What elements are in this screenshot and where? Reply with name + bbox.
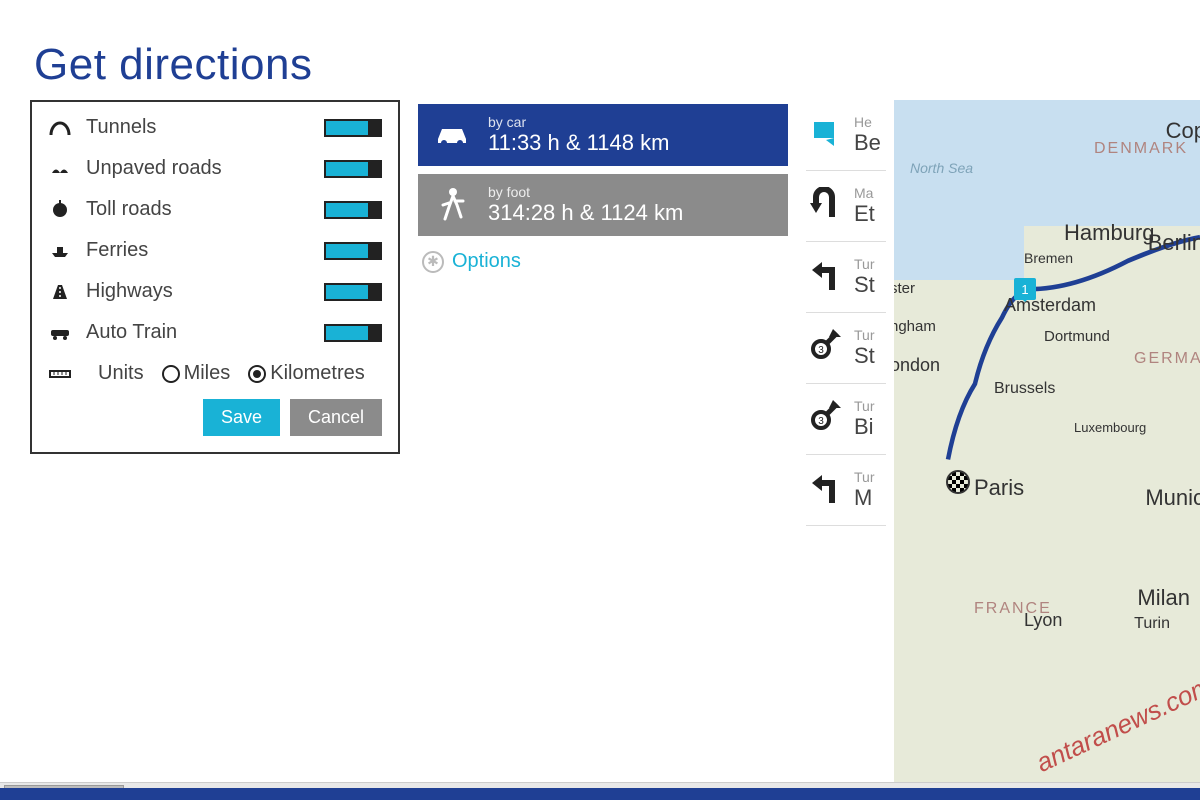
radio-km-label: Kilometres: [270, 362, 364, 385]
city-label: Hamburg: [1064, 220, 1154, 246]
tunnel-icon: [48, 118, 72, 138]
toll-icon: [48, 200, 72, 220]
toggle-tunnels[interactable]: [324, 119, 382, 137]
turn-left-icon: [806, 469, 844, 507]
city-label: Brussels: [994, 380, 1055, 398]
route-summary: 314:28 h & 1124 km: [488, 200, 683, 226]
svg-text:3: 3: [818, 345, 824, 356]
ruler-icon: [48, 364, 72, 384]
radio-miles[interactable]: Miles: [162, 362, 231, 385]
route-options-panel: Tunnels Unpaved roads Toll roads: [30, 100, 400, 454]
car-icon: [432, 115, 472, 155]
option-unpaved: Unpaved roads: [48, 157, 382, 180]
direction-hint: He: [854, 114, 881, 130]
country-label: GERMANY: [1134, 350, 1200, 368]
save-button[interactable]: Save: [203, 399, 280, 436]
city-label: ster: [894, 280, 915, 297]
direction-main: Et: [854, 201, 875, 227]
option-ferries: Ferries: [48, 239, 382, 262]
direction-step[interactable]: MaEt: [806, 175, 886, 242]
cancel-button[interactable]: Cancel: [290, 399, 382, 436]
unpaved-icon: [48, 159, 72, 179]
direction-main: Be: [854, 130, 881, 156]
roundabout-icon: 3: [806, 398, 844, 436]
city-label: Milan: [1137, 585, 1190, 611]
option-toll: Toll roads: [48, 198, 382, 221]
option-label: Highways: [86, 280, 173, 303]
svg-text:3: 3: [818, 416, 824, 427]
direction-main: Bi: [854, 414, 874, 440]
direction-hint: Tur: [854, 327, 875, 343]
direction-step[interactable]: HeBe: [806, 104, 886, 171]
city-label: Paris: [974, 475, 1024, 501]
option-autotrain: Auto Train: [48, 321, 382, 344]
city-label: Cop: [1166, 118, 1200, 144]
map[interactable]: North Sea DENMARK GERMANY FRANCE Cop Ham…: [894, 100, 1200, 800]
route-card-foot[interactable]: by foot 314:28 h & 1124 km: [418, 174, 788, 236]
toggle-toll[interactable]: [324, 201, 382, 219]
direction-step[interactable]: 3 TurSt: [806, 317, 886, 384]
option-label: Auto Train: [86, 321, 177, 344]
option-label: Unpaved roads: [86, 157, 222, 180]
options-link[interactable]: ✱ Options: [418, 244, 788, 279]
directions-list: HeBe MaEt TurSt 3 TurSt 3 TurBi TurM: [806, 100, 886, 800]
direction-step[interactable]: TurM: [806, 459, 886, 526]
city-label: Turin: [1134, 615, 1170, 633]
route-summary: 11:33 h & 1148 km: [488, 130, 669, 156]
city-label: ondon: [894, 355, 940, 376]
direction-hint: Ma: [854, 185, 875, 201]
direction-hint: Tur: [854, 256, 875, 272]
city-label: Luxembourg: [1074, 420, 1146, 435]
options-link-label: Options: [452, 250, 521, 273]
units-label: Units: [98, 362, 144, 385]
uturn-icon: [806, 185, 844, 223]
direction-main: M: [854, 485, 874, 511]
routes-column: by car 11:33 h & 1148 km by foot 314:28 …: [418, 100, 788, 800]
direction-hint: Tur: [854, 469, 874, 485]
flag-icon: [806, 114, 844, 152]
direction-step[interactable]: TurSt: [806, 246, 886, 313]
direction-hint: Tur: [854, 398, 874, 414]
direction-main: St: [854, 272, 875, 298]
option-highways: Highways: [48, 280, 382, 303]
city-label: Bremen: [1024, 250, 1073, 266]
footer-bar: [0, 788, 1200, 800]
turn-left-icon: [806, 256, 844, 294]
route-start-marker[interactable]: 1: [1014, 278, 1036, 300]
option-label: Toll roads: [86, 198, 172, 221]
option-label: Ferries: [86, 239, 148, 262]
option-tunnels: Tunnels: [48, 116, 382, 139]
option-label: Tunnels: [86, 116, 156, 139]
city-label: Lyon: [1024, 610, 1062, 631]
autotrain-icon: [48, 323, 72, 343]
city-label: Dortmund: [1044, 328, 1110, 345]
toggle-highways[interactable]: [324, 283, 382, 301]
gear-icon: ✱: [422, 251, 444, 273]
city-label: Munic: [1145, 485, 1200, 511]
route-card-car[interactable]: by car 11:33 h & 1148 km: [418, 104, 788, 166]
city-label: Berlin: [1148, 230, 1200, 256]
toggle-unpaved[interactable]: [324, 160, 382, 178]
route-polyline: [894, 100, 1200, 800]
toggle-autotrain[interactable]: [324, 324, 382, 342]
radio-kilometres[interactable]: Kilometres: [248, 362, 364, 385]
walk-icon: [432, 185, 472, 225]
city-label: ngham: [894, 318, 936, 335]
route-mode: by car: [488, 114, 669, 130]
direction-main: St: [854, 343, 875, 369]
roundabout-icon: 3: [806, 327, 844, 365]
units-row: Units Miles Kilometres: [48, 362, 382, 385]
ferry-icon: [48, 241, 72, 261]
page-title: Get directions: [34, 40, 1200, 90]
route-mode: by foot: [488, 184, 683, 200]
highway-icon: [48, 282, 72, 302]
direction-step[interactable]: 3 TurBi: [806, 388, 886, 455]
radio-miles-label: Miles: [184, 362, 231, 385]
toggle-ferries[interactable]: [324, 242, 382, 260]
route-end-marker[interactable]: [946, 470, 970, 494]
